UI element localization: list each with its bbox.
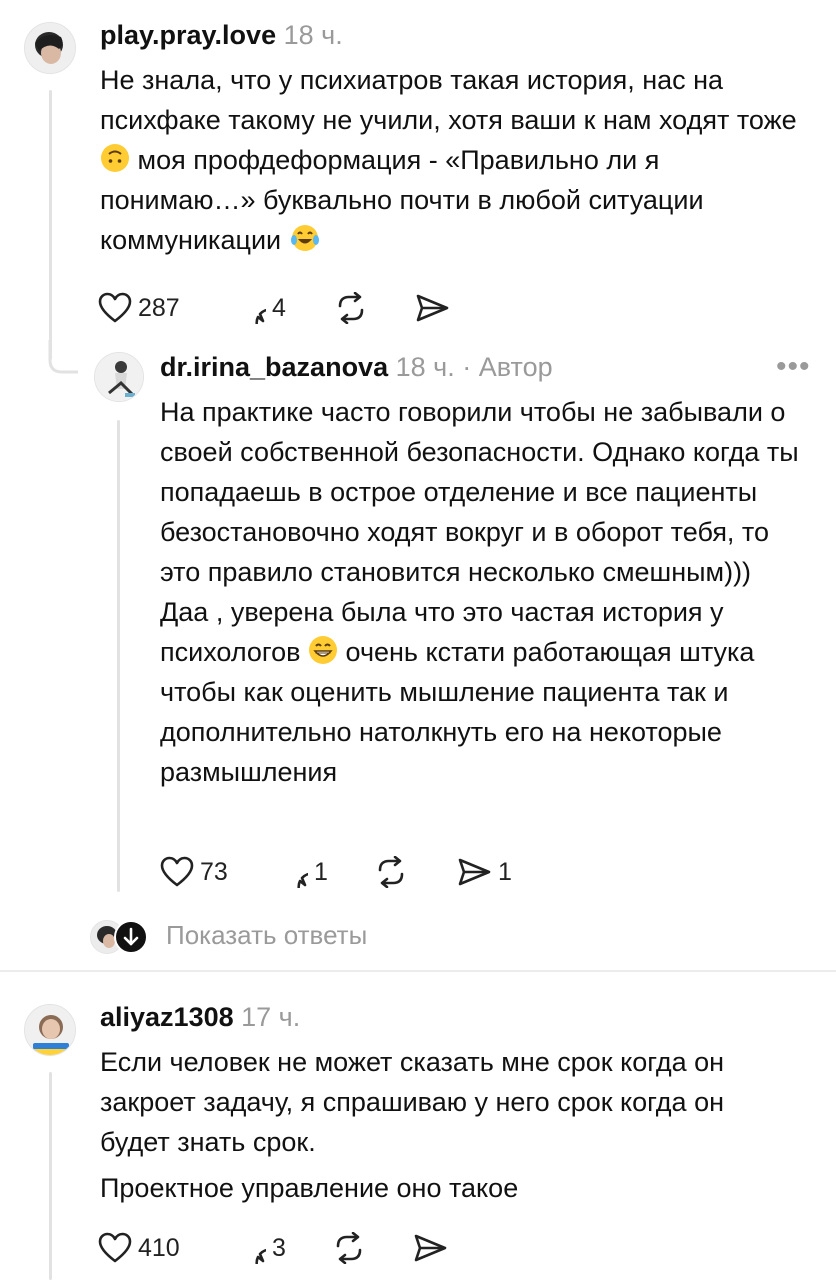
repost-icon	[338, 292, 364, 324]
like-button[interactable]: 73	[160, 852, 228, 892]
send-icon	[416, 294, 449, 322]
upside-down-face-emoji	[101, 144, 129, 172]
comment-paragraph: Проектное управление оно такое	[100, 1173, 519, 1203]
thread-line	[49, 90, 52, 360]
reply-count: 1	[314, 857, 328, 886]
reply-count: 3	[272, 1233, 286, 1262]
reply-count: 4	[272, 293, 286, 322]
avatar-photo	[25, 23, 75, 73]
repost-button[interactable]	[374, 852, 408, 892]
timestamp: 17 ч.	[241, 1002, 301, 1032]
share-button[interactable]: 1	[456, 852, 512, 892]
avatar[interactable]	[24, 22, 76, 74]
username-header: play.pray.love 18 ч.	[100, 20, 343, 51]
avatar-photo	[95, 353, 143, 401]
arrow-down-icon	[114, 920, 148, 954]
separator: ·	[462, 352, 472, 382]
repost-icon	[378, 856, 404, 888]
thread-connector	[48, 340, 78, 374]
speech-bubble-icon	[255, 308, 266, 324]
comment-text: Если человек не может сказать мне срок к…	[100, 1042, 800, 1208]
author-badge: Автор	[478, 352, 553, 382]
comment-actions: 73 1 1	[160, 852, 560, 892]
avatar[interactable]	[94, 352, 144, 402]
tears-of-joy-emoji	[290, 225, 319, 251]
username[interactable]: play.pray.love	[100, 20, 276, 50]
username[interactable]: aliyaz1308	[100, 1002, 234, 1032]
repost-button[interactable]	[334, 288, 368, 328]
show-replies-link[interactable]: Показать ответы	[166, 920, 367, 951]
reply-button[interactable]: 4	[232, 288, 286, 328]
more-options-icon[interactable]: •••	[776, 350, 811, 384]
heart-icon	[98, 292, 132, 323]
share-count: 1	[498, 857, 512, 886]
timestamp: 18 ч.	[395, 352, 455, 382]
username-header: dr.irina_bazanova 18 ч. · Автор	[160, 352, 553, 383]
thread-line	[117, 420, 120, 892]
repost-icon	[336, 1232, 362, 1264]
speech-bubble-icon	[255, 1248, 266, 1264]
reply-button[interactable]: 3	[232, 1228, 286, 1268]
comment-text: На практике часто говорили чтобы не забы…	[160, 392, 806, 792]
comment-paragraph: Если человек не может сказать мне срок к…	[100, 1047, 725, 1157]
like-count: 73	[200, 857, 228, 886]
comment-actions: 287 4	[98, 288, 498, 328]
username-header: aliyaz1308 17 ч.	[100, 1002, 300, 1033]
share-button[interactable]	[414, 288, 450, 328]
username[interactable]: dr.irina_bazanova	[160, 352, 388, 382]
heart-icon	[98, 1232, 132, 1263]
comment-actions: 410 3	[98, 1228, 498, 1268]
avatar[interactable]	[24, 1004, 76, 1056]
comment-text-part: моя профдеформация - «Правильно ли я пон…	[100, 145, 704, 255]
share-button[interactable]	[412, 1228, 448, 1268]
like-button[interactable]: 410	[98, 1228, 180, 1268]
speech-bubble-icon	[297, 872, 308, 888]
comment-text: Не знала, что у психиатров такая история…	[100, 60, 800, 260]
send-icon	[414, 1234, 447, 1262]
heart-icon	[160, 856, 194, 887]
avatar-photo	[25, 1005, 75, 1055]
comment-text-part: На практике часто говорили чтобы не забы…	[160, 397, 799, 667]
repost-button[interactable]	[332, 1228, 366, 1268]
timestamp: 18 ч.	[283, 20, 343, 50]
comment-text-part: Не знала, что у психиатров такая история…	[100, 65, 797, 135]
reply-button[interactable]: 1	[274, 852, 328, 892]
send-icon	[458, 858, 491, 886]
like-button[interactable]: 287	[98, 288, 180, 328]
like-count: 287	[138, 293, 180, 322]
grinning-face-emoji	[309, 636, 338, 664]
like-count: 410	[138, 1233, 180, 1262]
thread-line	[49, 1072, 52, 1280]
comment-divider	[0, 970, 836, 972]
